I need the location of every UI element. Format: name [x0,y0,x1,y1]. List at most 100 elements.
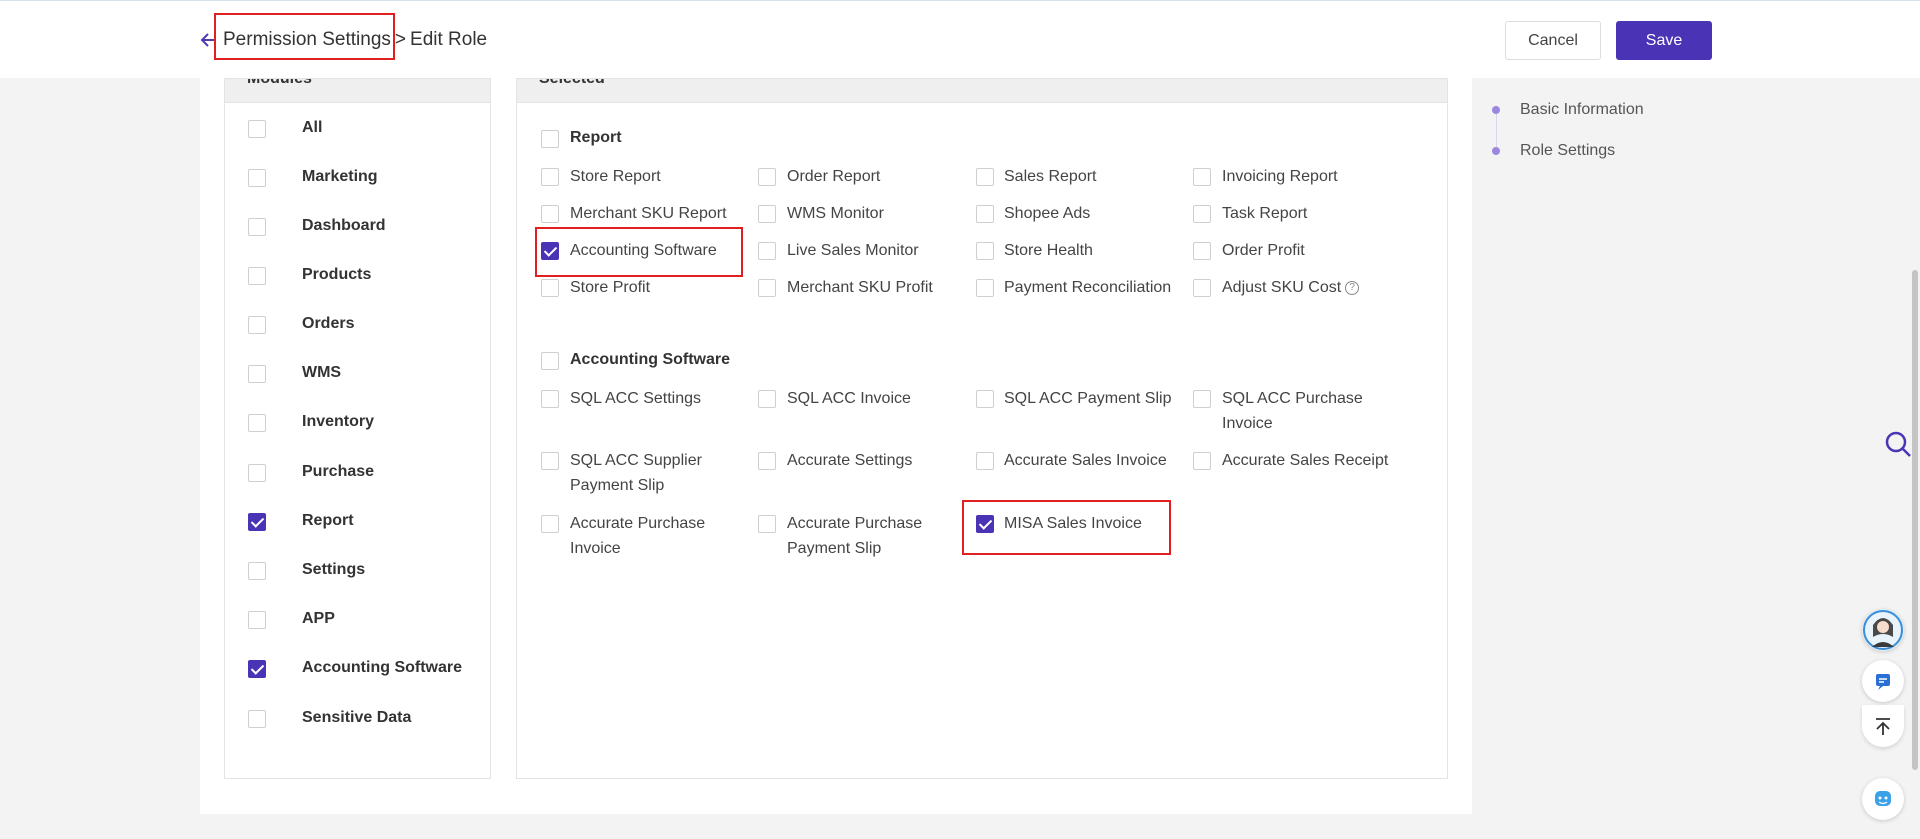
module-checkbox-dashboard[interactable] [248,218,266,236]
breadcrumb-parent-link[interactable]: Permission Settings [223,29,391,50]
module-checkbox-all[interactable] [248,120,266,138]
accounting-checkbox-accurate-sales-receipt[interactable] [1193,452,1211,470]
accounting-label-sql-acc-purchase-invoice: SQL ACC Purchase Invoice [1222,390,1363,432]
module-label-wms: WMS [302,364,342,381]
accounting-checkbox-accurate-sales-invoice[interactable] [976,452,994,470]
assistant-icon[interactable] [1862,778,1904,820]
modules-panel-header: Modules [225,79,490,103]
report-checkbox-store-report[interactable] [541,168,559,186]
accounting-checkbox-sql-acc-supplier-payment-slip[interactable] [541,452,559,470]
back-to-top-icon[interactable] [1862,705,1904,747]
report-label-wms-monitor: WMS Monitor [787,205,884,222]
report-label-invoicing-report: Invoicing Report [1222,168,1338,185]
module-checkbox-products[interactable] [248,267,266,285]
module-label-accounting-software: Accounting Software [302,659,463,676]
group-label-report: Report [570,129,622,146]
highlight-misa-sales-invoice [962,500,1171,555]
report-label-merchant-sku-report: Merchant SKU Report [570,205,727,222]
selected-panel-header: Selected [517,79,1447,103]
anchor-role-settings[interactable]: Role Settings [1520,142,1615,160]
accounting-label-accurate-sales-invoice: Accurate Sales Invoice [1004,452,1167,469]
search-icon[interactable] [1884,430,1912,458]
module-checkbox-accounting-software[interactable] [248,660,266,678]
report-checkbox-store-health[interactable] [976,242,994,260]
module-checkbox-marketing[interactable] [248,169,266,187]
report-checkbox-task-report[interactable] [1193,205,1211,223]
module-checkbox-wms[interactable] [248,365,266,383]
selected-panel: Selected Report Store Report Order Report S… [516,78,1448,779]
report-checkbox-shopee-ads[interactable] [976,205,994,223]
accounting-label-sql-acc-invoice: SQL ACC Invoice [787,390,911,407]
accounting-checkbox-sql-acc-purchase-invoice[interactable] [1193,390,1211,408]
accounting-label-sql-acc-payment-slip: SQL ACC Payment Slip [1004,390,1172,407]
report-label-sales-report: Sales Report [1004,168,1097,185]
save-button[interactable]: Save [1616,21,1712,60]
module-label-sensitive-data: Sensitive Data [302,709,412,726]
module-checkbox-report[interactable] [248,513,266,531]
accounting-label-accurate-purchase-invoice: Accurate Purchase Invoice [570,515,706,557]
report-checkbox-order-report[interactable] [758,168,776,186]
modules-panel: Modules All Marketing Dashboard Products Ord… [224,78,491,779]
accounting-checkbox-sql-acc-settings[interactable] [541,390,559,408]
highlight-accounting-software-report [535,227,743,277]
report-label-store-report: Store Report [570,168,661,185]
module-label-report: Report [302,512,354,529]
anchor-nav-dot [1492,147,1500,155]
module-checkbox-sensitive-data[interactable] [248,710,266,728]
accounting-checkbox-accurate-purchase-payment-slip[interactable] [758,515,776,533]
report-checkbox-sales-report[interactable] [976,168,994,186]
breadcrumb-separator: > [394,29,407,50]
accounting-checkbox-sql-acc-invoice[interactable] [758,390,776,408]
module-checkbox-orders[interactable] [248,316,266,334]
report-label-store-profit: Store Profit [570,279,651,296]
accounting-label-accurate-settings: Accurate Settings [787,452,913,469]
chat-icon[interactable] [1862,660,1904,702]
selected-title: Selected [539,79,1447,102]
module-label-app: APP [302,610,335,627]
report-checkbox-order-profit[interactable] [1193,242,1211,260]
page-scrollbar[interactable] [1912,270,1918,770]
anchor-nav-line [1496,112,1497,150]
question-circle-icon[interactable]: ? [1345,280,1360,295]
accounting-checkbox-accurate-purchase-invoice[interactable] [541,515,559,533]
anchor-basic-information[interactable]: Basic Information [1520,101,1644,119]
module-label-purchase: Purchase [302,463,375,480]
report-checkbox-live-sales-monitor[interactable] [758,242,776,260]
cancel-button[interactable]: Cancel [1505,21,1601,60]
group-label-accounting-software: Accounting Software [570,351,731,368]
module-checkbox-settings[interactable] [248,562,266,580]
module-label-all: All [302,119,323,136]
module-checkbox-app[interactable] [248,611,266,629]
accounting-checkbox-sql-acc-payment-slip[interactable] [976,390,994,408]
breadcrumb-current: Edit Role [410,29,488,50]
report-label-shopee-ads: Shopee Ads [1004,205,1091,222]
module-label-inventory: Inventory [302,413,375,430]
support-avatar-icon[interactable] [1862,609,1904,651]
report-checkbox-adjust-sku-cost[interactable] [1193,279,1211,297]
report-checkbox-payment-reconciliation[interactable] [976,279,994,297]
modules-title: Modules [247,79,490,102]
accounting-label-accurate-purchase-payment-slip: Accurate Purchase Payment Slip [787,515,923,557]
module-label-products: Products [302,266,372,283]
module-label-dashboard: Dashboard [302,217,386,234]
report-checkbox-wms-monitor[interactable] [758,205,776,223]
group-checkbox-accounting-software[interactable] [541,352,559,370]
report-label-payment-reconciliation: Payment Reconciliation [1004,279,1172,296]
report-checkbox-merchant-sku-report[interactable] [541,205,559,223]
module-checkbox-inventory[interactable] [248,414,266,432]
accounting-label-accurate-sales-receipt: Accurate Sales Receipt [1222,452,1389,469]
top-bar: Permission Settings > Edit Role Cancel Sav… [0,0,1920,78]
accounting-label-sql-acc-settings: SQL ACC Settings [570,390,702,407]
breadcrumb: Permission Settings > Edit Role [223,29,487,51]
report-label-order-profit: Order Profit [1222,242,1305,259]
report-checkbox-merchant-sku-profit[interactable] [758,279,776,297]
report-checkbox-invoicing-report[interactable] [1193,168,1211,186]
anchor-nav-dot [1492,106,1500,114]
module-checkbox-purchase[interactable] [248,464,266,482]
accounting-checkbox-accurate-settings[interactable] [758,452,776,470]
report-checkbox-store-profit[interactable] [541,279,559,297]
group-checkbox-report[interactable] [541,130,559,148]
report-label-task-report: Task Report [1222,205,1308,222]
report-label-merchant-sku-profit: Merchant SKU Profit [787,279,933,296]
role-settings-card: Modules All Marketing Dashboard Products Ord… [200,78,1472,814]
